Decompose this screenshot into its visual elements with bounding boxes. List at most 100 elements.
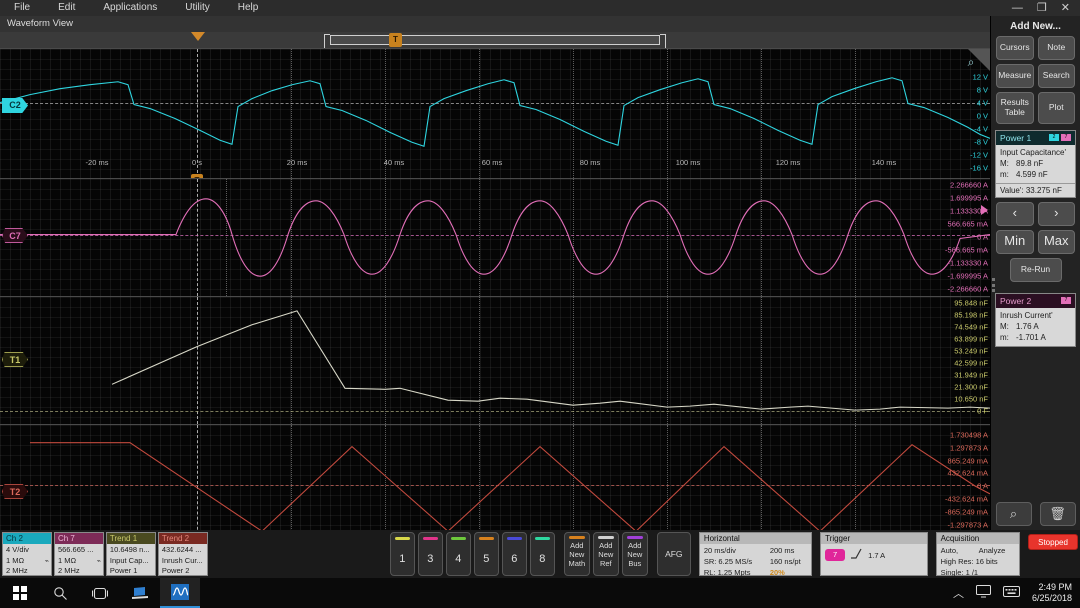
source-badge: Power 1 [110, 566, 152, 577]
channel-tag-t2[interactable]: T2 [2, 484, 28, 499]
scale-label: 0 F [977, 407, 988, 416]
trigger-position-arrow[interactable] [191, 32, 205, 41]
badge-measurement-name: Inrush Current' [1000, 310, 1071, 321]
overview-nav-strip[interactable]: T [0, 32, 990, 48]
next-button[interactable]: › [1038, 202, 1076, 226]
channel-button-6[interactable]: 6 [502, 532, 527, 576]
add-new-math-button[interactable]: Add New Math [564, 532, 590, 576]
channel-tag-t1[interactable]: T1 [2, 352, 28, 367]
badge-header: Power 2 7 [996, 294, 1075, 308]
trigger-source-chip[interactable]: 7 [825, 549, 845, 561]
badge-body: 432.6244 ... Inrush Cur... Power 2 [159, 544, 207, 578]
results-table-button[interactable]: Results Table [996, 92, 1034, 124]
nav-trigger-marker[interactable]: T [389, 33, 402, 47]
vertical-scale: 4 V/div [6, 545, 48, 556]
channel-color-bar [395, 537, 410, 540]
measurement-badge-power-1[interactable]: Power 1 2 7 Input Capacitance' M:89.8 nF… [995, 130, 1076, 198]
measure-button[interactable]: Measure [996, 64, 1034, 88]
sidebar-drag-handle[interactable] [992, 278, 997, 292]
minimize-icon[interactable]: — [1012, 0, 1023, 16]
tekscope-icon[interactable] [160, 578, 200, 608]
trigger-panel[interactable]: Trigger 7 1.7 A [820, 532, 928, 576]
add-new-bus-button[interactable]: Add New Bus [622, 532, 648, 576]
menu-item-edit[interactable]: Edit [44, 0, 89, 16]
plot-button[interactable]: Plot [1038, 92, 1076, 124]
search-icon[interactable] [40, 578, 80, 608]
horizontal-total: 200 ms [770, 545, 795, 556]
add-new-button-grid: Cursors Note Measure Search Results Tabl… [991, 36, 1080, 124]
time-axis: -20 ms 0 s 20 ms 40 ms 60 ms 80 ms 100 m… [0, 156, 990, 178]
close-icon[interactable]: ✕ [1061, 0, 1070, 16]
scale-label: 85.198 nF [954, 311, 988, 320]
menu-item-applications[interactable]: Applications [89, 0, 171, 16]
clock-time: 2:49 PM [1032, 582, 1072, 593]
badge-title: Trend 1 [107, 533, 155, 544]
measurement-badge-power-2[interactable]: Power 2 7 Inrush Current' M:1.76 A m:-1.… [995, 293, 1076, 347]
rerun-row: Re-Run [991, 254, 1080, 287]
scale-label: 1.297873 A [950, 444, 988, 453]
channel-button-8[interactable]: 8 [530, 532, 555, 576]
menu-item-utility[interactable]: Utility [171, 0, 223, 16]
windows-start-icon[interactable] [0, 578, 40, 608]
scale-label: 21.300 nF [954, 383, 988, 392]
scale-label: 4 V [977, 99, 988, 108]
clock[interactable]: 2:49 PM 6/25/2018 [1032, 582, 1072, 604]
afg-button[interactable]: AFG [657, 532, 691, 576]
scale-label: -4 V [974, 125, 988, 134]
scale-label: 74.549 nF [954, 323, 988, 332]
rerun-button[interactable]: Re-Run [1010, 258, 1062, 282]
channel-button-label: 3 [427, 553, 433, 565]
run-status-button[interactable]: Stopped [1028, 534, 1078, 550]
badge-max-row: M:89.8 nF [1000, 158, 1071, 169]
scale-label: 1.133330 A [950, 207, 988, 216]
zoom-icon[interactable]: ⌕ [996, 502, 1032, 526]
channel-badge-trend2[interactable]: Trend 2 432.6244 ... Inrush Cur... Power… [158, 532, 208, 576]
laptop-icon[interactable] [120, 578, 160, 608]
waveform-pane-t1[interactable]: T1 95.848 nF 85.198 nF 74.549 nF 63.899 … [0, 296, 990, 424]
channel-button-5[interactable]: 5 [474, 532, 499, 576]
prev-button[interactable]: ‹ [996, 202, 1034, 226]
channel-color-bar [451, 537, 466, 540]
channel-button-3[interactable]: 3 [418, 532, 443, 576]
restore-icon[interactable]: ❐ [1037, 0, 1047, 16]
scale-label: -432.624 mA [945, 495, 988, 504]
task-view-icon[interactable] [80, 578, 120, 608]
bus-color-bar [627, 536, 643, 539]
max-button[interactable]: Max [1038, 230, 1076, 254]
add-new-ref-button[interactable]: Add New Ref [593, 532, 619, 576]
channel-button-1[interactable]: 1 [390, 532, 415, 576]
search-button[interactable]: Search [1038, 64, 1076, 88]
chevron-up-icon[interactable]: ︿ [953, 585, 964, 601]
acquisition-panel[interactable]: Acquisition Auto, Analyze High Res: 16 b… [936, 532, 1020, 576]
settings-bar: Ch 2 4 V/div 1 MΩ 2 MHz ⌁ Ch 7 566.665 .… [0, 530, 1080, 578]
cursors-button[interactable]: Cursors [996, 36, 1034, 60]
scale-label: 63.899 nF [954, 335, 988, 344]
min-button[interactable]: Min [996, 230, 1034, 254]
scale-label: -8 V [974, 138, 988, 147]
waveform-pane-t2[interactable]: T2 1.730498 A 1.297873 A 865.249 mA 432.… [0, 424, 990, 546]
note-button[interactable]: Note [1038, 36, 1076, 60]
time-label: 40 ms [384, 158, 404, 167]
impedance: 1 MΩ [6, 556, 48, 567]
menu-item-help[interactable]: Help [224, 0, 273, 16]
waveform-pane-c7[interactable]: C7 2.266660 A 1.699995 A 1.133330 A 566.… [0, 178, 990, 296]
display-icon[interactable] [976, 585, 991, 601]
keyboard-icon[interactable] [1003, 586, 1020, 600]
horizontal-position: 20% [770, 567, 785, 578]
channel-button-4[interactable]: 4 [446, 532, 471, 576]
impedance: 1 MΩ [58, 556, 100, 567]
channel-badge-trend1[interactable]: Trend 1 10.6498 n... Input Cap... Power … [106, 532, 156, 576]
scale-label: 566.665 mA [948, 220, 988, 229]
nav-range-handle[interactable] [330, 35, 660, 45]
channel-badge-ch2[interactable]: Ch 2 4 V/div 1 MΩ 2 MHz ⌁ [2, 532, 52, 576]
channel-badge-ch7[interactable]: Ch 7 566.665 ... 1 MΩ 2 MHz ⌁ [54, 532, 104, 576]
min-value: 4.599 nF [1016, 170, 1048, 179]
min-value: -1.701 A [1016, 333, 1046, 342]
horizontal-panel[interactable]: Horizontal 20 ms/div 200 ms SR: 6.25 MS/… [699, 532, 812, 576]
task-view-glyph [92, 587, 108, 600]
vertical-scale: 566.665 ... [58, 545, 100, 556]
menu-item-file[interactable]: File [0, 0, 44, 16]
max-label: M: [1000, 158, 1016, 169]
trash-icon[interactable]: 🗑 [1040, 502, 1076, 526]
scale-label: 42.599 nF [954, 359, 988, 368]
